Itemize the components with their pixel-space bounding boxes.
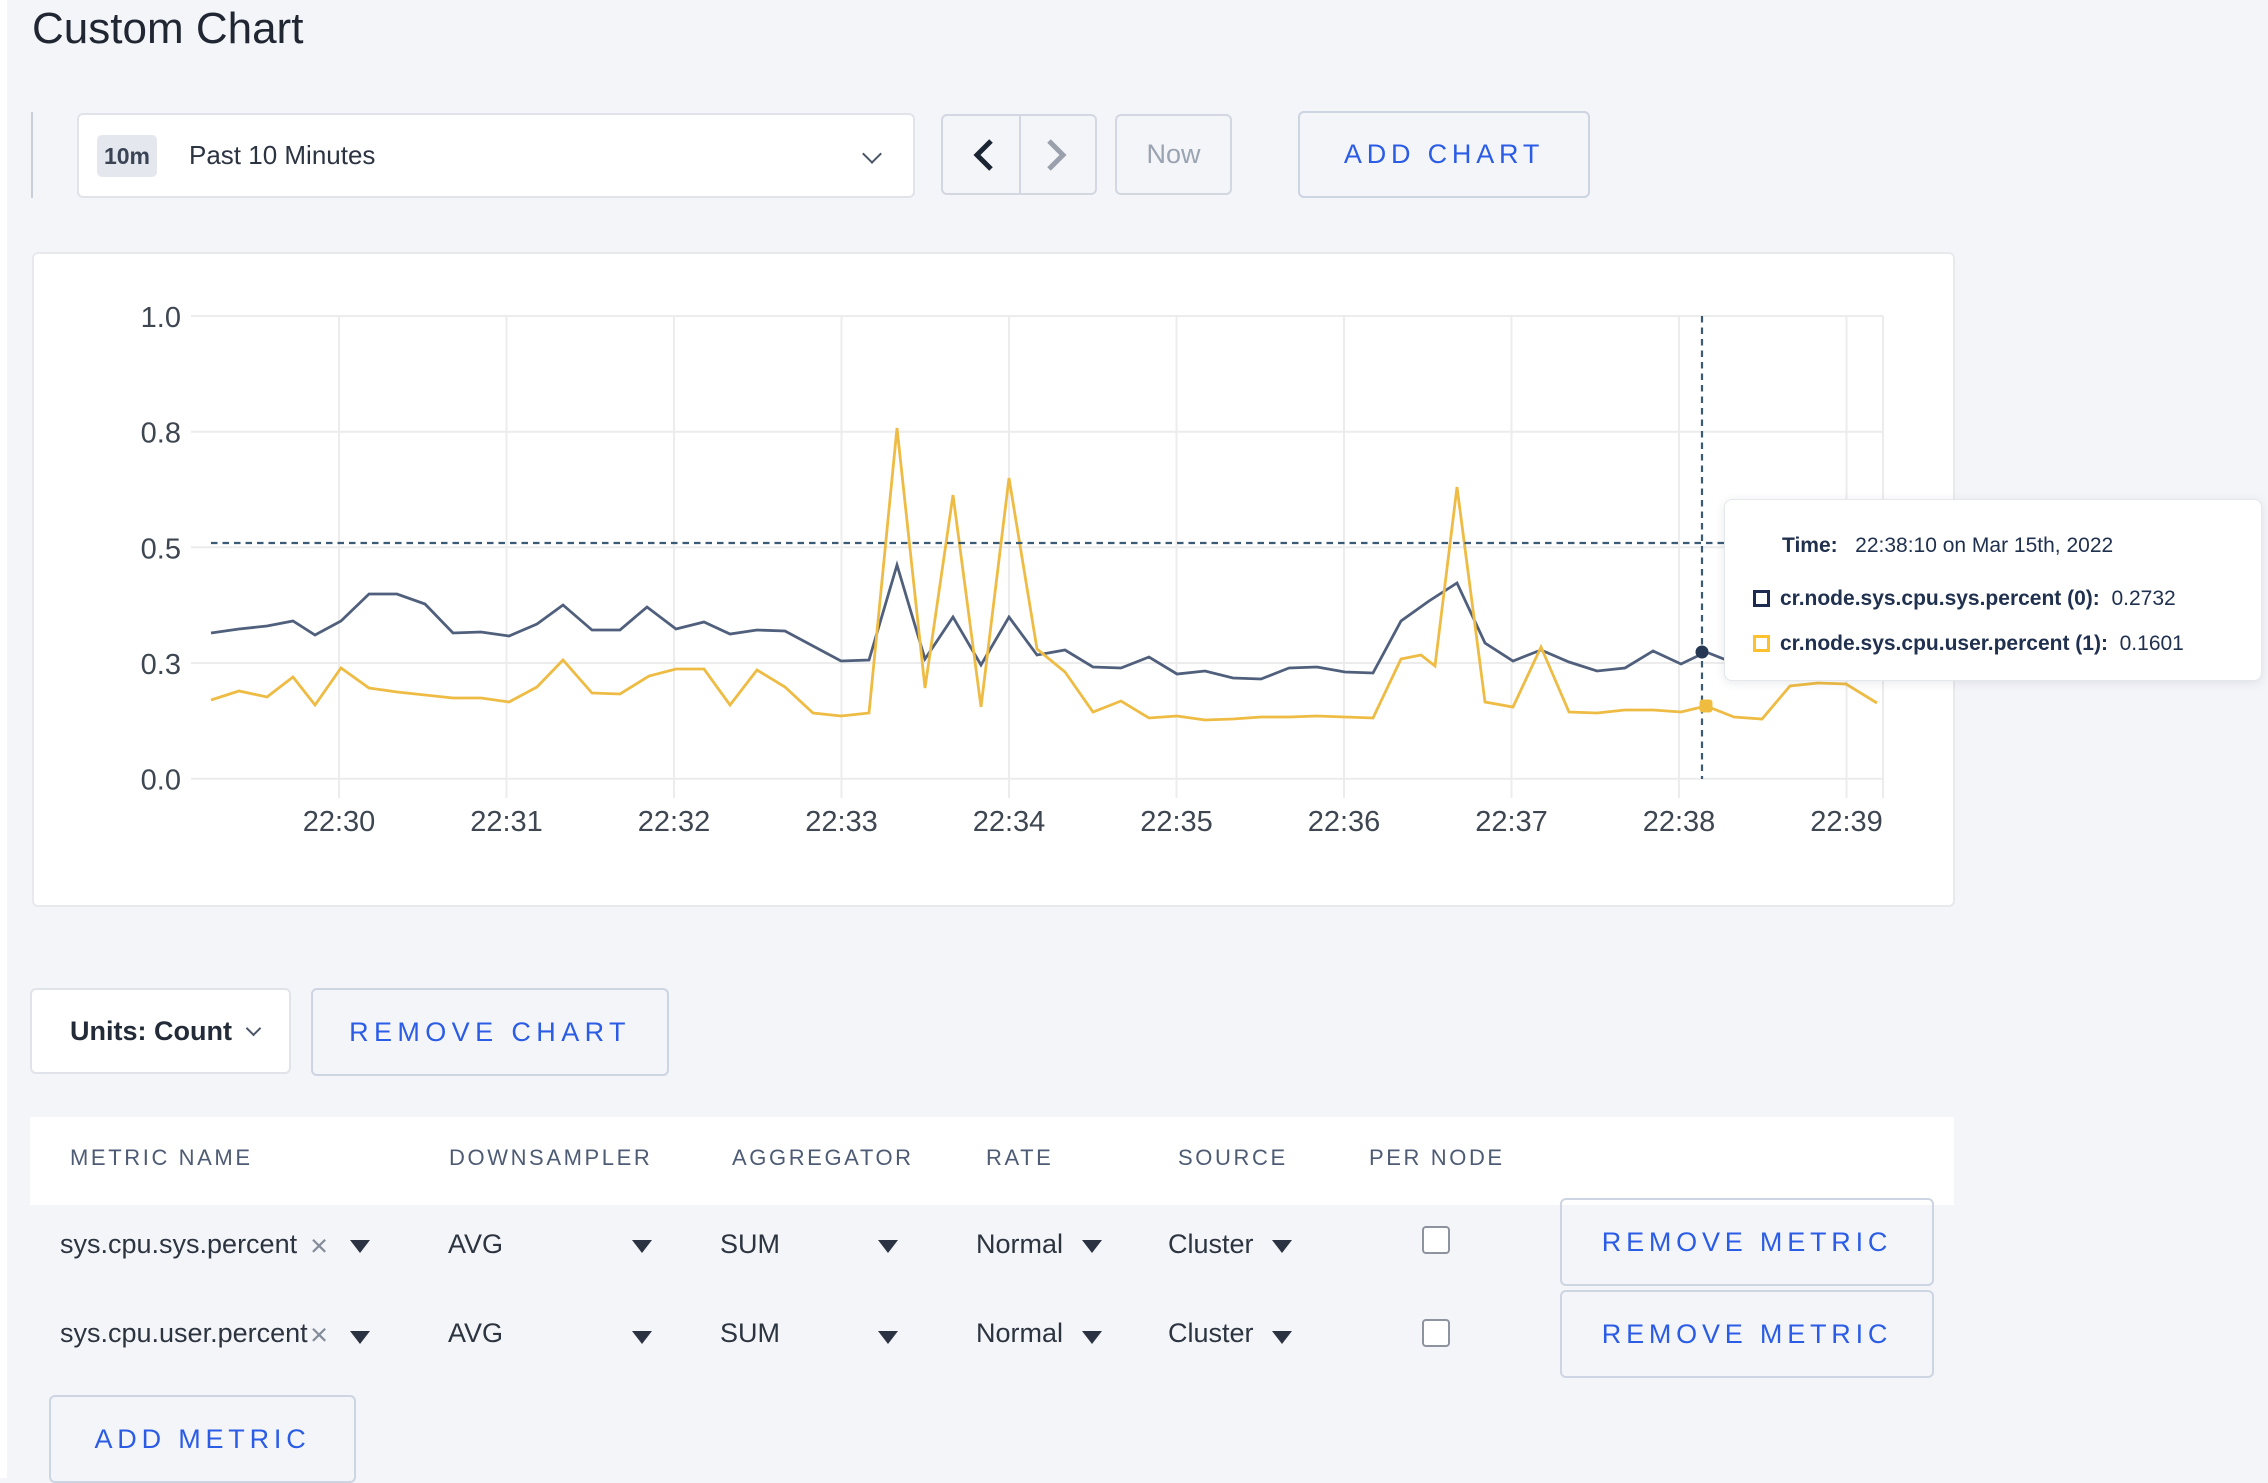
- svg-text:0.0: 0.0: [141, 765, 181, 797]
- svg-text:22:38: 22:38: [1643, 806, 1716, 838]
- svg-text:22:33: 22:33: [805, 806, 878, 838]
- svg-text:22:32: 22:32: [638, 806, 711, 838]
- svg-text:0.8: 0.8: [141, 418, 181, 450]
- svg-text:22:30: 22:30: [303, 806, 376, 838]
- svg-text:22:36: 22:36: [1308, 806, 1381, 838]
- svg-text:22:37: 22:37: [1475, 806, 1548, 838]
- svg-text:22:34: 22:34: [973, 806, 1046, 838]
- svg-text:22:31: 22:31: [470, 806, 543, 838]
- svg-text:0.3: 0.3: [141, 649, 181, 681]
- svg-text:22:39: 22:39: [1810, 806, 1883, 838]
- svg-text:0.5: 0.5: [141, 533, 181, 565]
- svg-text:22:35: 22:35: [1140, 806, 1213, 838]
- svg-text:1.0: 1.0: [141, 302, 181, 334]
